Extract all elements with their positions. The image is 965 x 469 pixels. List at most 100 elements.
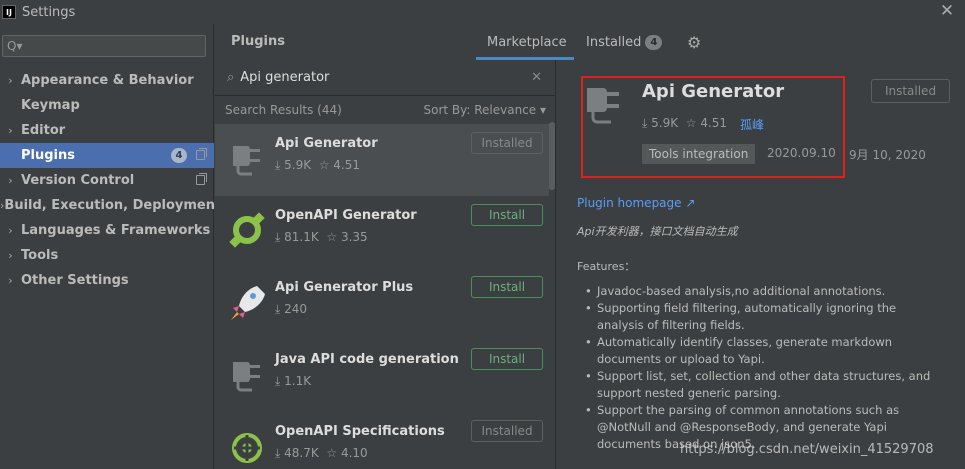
app-logo: IJ (2, 5, 16, 19)
star-icon: ☆ (326, 230, 341, 244)
plugin-search-query[interactable]: Api generator (240, 70, 329, 85)
plugin-list-item[interactable]: OpenAPI Generator ⤓ 81.1K ☆ 3.35 Install (215, 196, 549, 268)
plugin-icon (233, 146, 260, 176)
plugin-icon (232, 433, 262, 463)
chevron-right-icon: › (8, 274, 13, 287)
list-scrollbar[interactable] (549, 122, 555, 190)
plugin-name: Api Generator Plus (275, 280, 414, 295)
plugin-name: OpenAPI Specifications (275, 424, 445, 439)
page-title: Plugins (231, 34, 285, 49)
plugin-rating: 3.35 (340, 230, 368, 244)
plugin-icon (233, 362, 260, 392)
plugins-count-badge: 4 (171, 148, 187, 163)
gear-icon[interactable]: ⚙ (687, 33, 701, 52)
sidebar-item-build-execution-deployment[interactable]: › Build, Execution, Deployment (0, 193, 221, 218)
sidebar-item-editor[interactable]: › Editor (0, 118, 214, 143)
sidebar-item-label: Keymap (21, 98, 80, 113)
sort-by-dropdown[interactable]: Sort By: Relevance ▾ (423, 103, 546, 117)
plugins-header: Plugins Marketplace Installed 4 ⚙ (215, 24, 965, 60)
chevron-right-icon: › (8, 224, 13, 237)
project-level-icon (196, 173, 207, 185)
plugin-downloads: 5.9K (284, 158, 312, 172)
plugin-name: Java API code generation (275, 352, 459, 367)
sidebar-item-label: Languages & Frameworks (21, 223, 211, 238)
sidebar-item-version-control[interactable]: › Version Control (0, 168, 214, 193)
settings-nav: › Appearance & Behavior Keymap › Editor Plugi… (0, 68, 221, 293)
settings-search-input[interactable]: Q▾ (2, 35, 206, 57)
plugin-stats: ⤓ 1.1K (275, 374, 311, 389)
feature-item: Support list, set, collection and other … (585, 368, 945, 402)
sidebar-item-languages-frameworks[interactable]: › Languages & Frameworks (0, 218, 214, 243)
results-count: Search Results (44) (225, 103, 342, 117)
download-icon: ⤓ (275, 158, 285, 172)
features-list: Javadoc-based analysis,no additional ann… (585, 283, 945, 453)
plugin-rating: 4.10 (340, 446, 368, 460)
close-icon[interactable]: ✕ (939, 2, 955, 20)
sidebar-item-keymap[interactable]: Keymap (0, 93, 214, 118)
sidebar-item-label: Tools (21, 248, 59, 263)
plugin-downloads: 81.1K (284, 230, 319, 244)
download-icon: ⤓ (275, 374, 285, 388)
plugin-date: 9月 10, 2020 (849, 148, 926, 162)
star-icon: ☆ (318, 158, 334, 172)
installed-count-badge: 4 (645, 35, 663, 50)
chevron-right-icon: › (8, 174, 13, 187)
chevron-right-icon: › (8, 124, 13, 137)
plugin-downloads: 240 (284, 302, 308, 316)
sidebar-item-label: Editor (21, 123, 66, 138)
feature-item: Javadoc-based analysis,no additional ann… (585, 283, 945, 300)
chevron-right-icon: › (8, 74, 13, 87)
settings-sidebar: Q▾ › Appearance & Behavior Keymap › Editor Pl… (0, 24, 221, 469)
sidebar-item-plugins[interactable]: Plugins 4 (0, 143, 214, 168)
chevron-right-icon: › (8, 249, 13, 262)
installed-button[interactable]: Installed (871, 79, 950, 103)
install-button[interactable]: Install (471, 204, 543, 226)
sidebar-item-label: Other Settings (21, 273, 129, 288)
window-title: Settings (22, 4, 76, 20)
search-icon: ⌕ (227, 70, 235, 85)
sidebar-item-label: Version Control (21, 173, 135, 188)
search-icon: Q▾ (7, 39, 23, 53)
plugin-list-item[interactable]: Api Generator Plus ⤓ 240 Install (215, 268, 549, 340)
plugin-homepage-link[interactable]: Plugin homepage ↗ (577, 196, 695, 210)
sidebar-item-label: Build, Execution, Deployment (4, 198, 222, 213)
plugin-name: Api Generator (275, 136, 378, 151)
plugin-details-panel: Api Generator ⤓ 5.9K ☆ 4.51 孤峰 Tools int… (557, 60, 965, 469)
plugin-name: OpenAPI Generator (275, 208, 417, 223)
feature-item: Automatically identify classes, generate… (585, 334, 945, 368)
download-icon: ⤓ (275, 230, 285, 244)
clear-search-icon[interactable]: ✕ (531, 70, 542, 85)
plugin-stats: ⤓ 48.7K ☆ 4.10 (275, 446, 368, 461)
plugin-list-item[interactable]: OpenAPI Specifications ⤓ 48.7K ☆ 4.10 Inst… (215, 412, 549, 469)
plugin-downloads: 48.7K (284, 446, 319, 460)
plugin-search-field[interactable]: ⌕ Api generator ✕ (215, 60, 556, 96)
sidebar-item-tools[interactable]: › Tools (0, 243, 214, 268)
watermark: https://blog.csdn.net/weixin_41529708 (680, 442, 934, 457)
plugin-list-panel: ⌕ Api generator ✕ Search Results (44) So… (215, 60, 556, 469)
features-title: Features： (577, 260, 636, 273)
sidebar-item-other-settings[interactable]: › Other Settings (0, 268, 214, 293)
star-icon: ☆ (326, 446, 341, 460)
sidebar-item-appearance-behavior[interactable]: › Appearance & Behavior (0, 68, 214, 93)
plugin-rating: 4.51 (333, 158, 361, 172)
plugin-description: Api开发利器，接口文档自动生成 (577, 225, 738, 238)
install-button[interactable]: Install (471, 348, 543, 370)
project-level-icon (196, 148, 207, 160)
feature-item: Supporting field filtering, automaticall… (585, 300, 945, 334)
installed-button[interactable]: Installed (471, 420, 543, 442)
plugin-list-item[interactable]: Java API code generation ⤓ 1.1K Install (215, 340, 549, 412)
sidebar-item-label: Plugins (21, 148, 75, 163)
tab-installed[interactable]: Installed 4 (586, 35, 663, 50)
plugin-list-item[interactable]: Api Generator ⤓ 5.9K ☆ 4.51 Installed (215, 124, 549, 196)
download-icon: ⤓ (275, 302, 285, 316)
tab-marketplace[interactable]: Marketplace (487, 35, 567, 50)
plugin-icon (231, 286, 265, 320)
install-button[interactable]: Install (471, 276, 543, 298)
installed-button[interactable]: Installed (471, 132, 543, 154)
plugin-stats: ⤓ 240 (275, 302, 307, 317)
tab-installed-label: Installed (586, 35, 642, 50)
download-icon: ⤓ (275, 446, 285, 460)
highlight-annotation-box (581, 76, 845, 178)
plugin-stats: ⤓ 81.1K ☆ 3.35 (275, 230, 368, 245)
sidebar-item-label: Appearance & Behavior (21, 73, 194, 88)
